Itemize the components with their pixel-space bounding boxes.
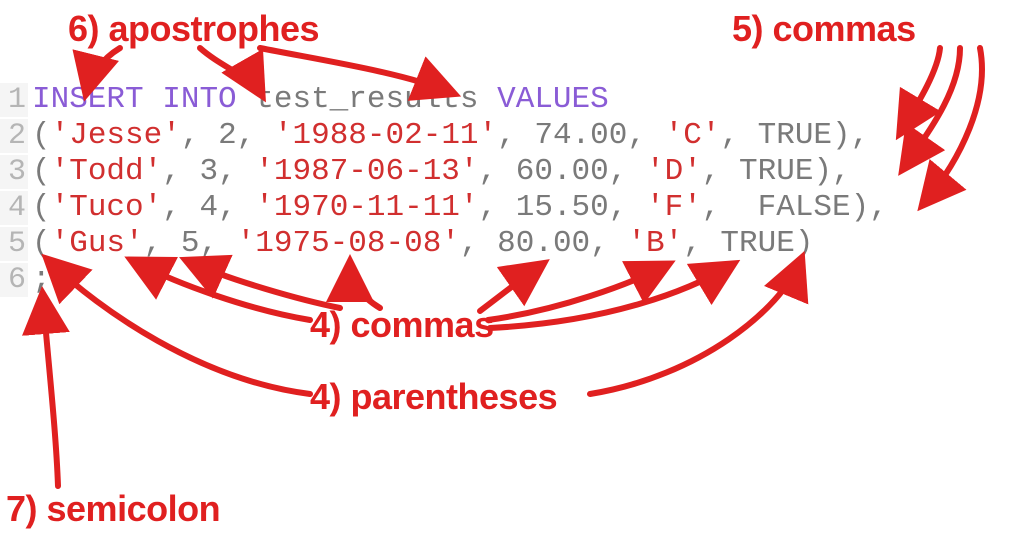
- string-date: '1975-08-08': [237, 226, 460, 261]
- code-block: 1 INSERT INTO test_results VALUES 2 ( 'J…: [0, 82, 1024, 298]
- string-date: '1988-02-11': [274, 118, 497, 153]
- annotation-apostrophes: 6) apostrophes: [68, 8, 319, 50]
- keyword-insert: INSERT: [32, 82, 144, 117]
- number: 74.00: [534, 118, 627, 153]
- keyword-values: VALUES: [497, 82, 609, 117]
- identifier: test_results: [255, 82, 478, 117]
- trailing-comma: ,: [869, 190, 888, 225]
- string-date: '1970-11-11': [255, 190, 478, 225]
- code-line-2: 2 ( 'Jesse' , 2 , '1988-02-11' , 74.00 ,…: [0, 118, 1024, 154]
- line-number: 6: [0, 263, 28, 297]
- line-number: 2: [0, 119, 28, 153]
- line-number: 1: [0, 83, 28, 117]
- code-line-4: 4 ( 'Tuco' , 4 , '1970-11-11' , 15.50 , …: [0, 190, 1024, 226]
- number: 3: [199, 154, 218, 189]
- open-paren: (: [32, 226, 51, 261]
- annotation-commas-top: 5) commas: [732, 8, 916, 50]
- close-paren: ): [832, 118, 851, 153]
- bool: TRUE: [739, 154, 813, 189]
- code-line-1: 1 INSERT INTO test_results VALUES: [0, 82, 1024, 118]
- code-line-6: 6 ;: [0, 262, 1024, 298]
- open-paren: (: [32, 190, 51, 225]
- string-date: '1987-06-13': [255, 154, 478, 189]
- string-grade: 'D': [646, 154, 702, 189]
- string-name: 'Todd': [51, 154, 163, 189]
- line-number: 5: [0, 227, 28, 261]
- annotation-parentheses: 4) parentheses: [310, 376, 557, 418]
- string-name: 'Tuco': [51, 190, 163, 225]
- close-paren: ): [851, 190, 870, 225]
- keyword-into: INTO: [162, 82, 236, 117]
- open-paren: (: [32, 154, 51, 189]
- close-paren: ): [795, 226, 814, 261]
- annotation-commas-mid: 4) commas: [310, 304, 494, 346]
- bool: FALSE: [758, 190, 851, 225]
- string-grade: 'B': [627, 226, 683, 261]
- close-paren: ): [813, 154, 832, 189]
- line-number: 4: [0, 191, 28, 225]
- semicolon-terminator: ;: [32, 262, 51, 297]
- trailing-comma: ,: [851, 118, 870, 153]
- number: 5: [181, 226, 200, 261]
- string-name: 'Gus': [51, 226, 144, 261]
- code-line-3: 3 ( 'Todd' , 3 , '1987-06-13' , 60.00 , …: [0, 154, 1024, 190]
- code-line-5: 5 ( 'Gus' , 5 , '1975-08-08' , 80.00 , '…: [0, 226, 1024, 262]
- number: 2: [218, 118, 237, 153]
- number: 15.50: [516, 190, 609, 225]
- line-number: 3: [0, 155, 28, 189]
- annotation-semicolon: 7) semicolon: [6, 488, 220, 530]
- open-paren: (: [32, 118, 51, 153]
- trailing-comma: ,: [832, 154, 851, 189]
- bool: TRUE: [720, 226, 794, 261]
- string-name: 'Jesse': [51, 118, 181, 153]
- number: 4: [199, 190, 218, 225]
- string-grade: 'C': [665, 118, 721, 153]
- number: 60.00: [516, 154, 609, 189]
- string-grade: 'F': [646, 190, 702, 225]
- bool: TRUE: [758, 118, 832, 153]
- number: 80.00: [497, 226, 590, 261]
